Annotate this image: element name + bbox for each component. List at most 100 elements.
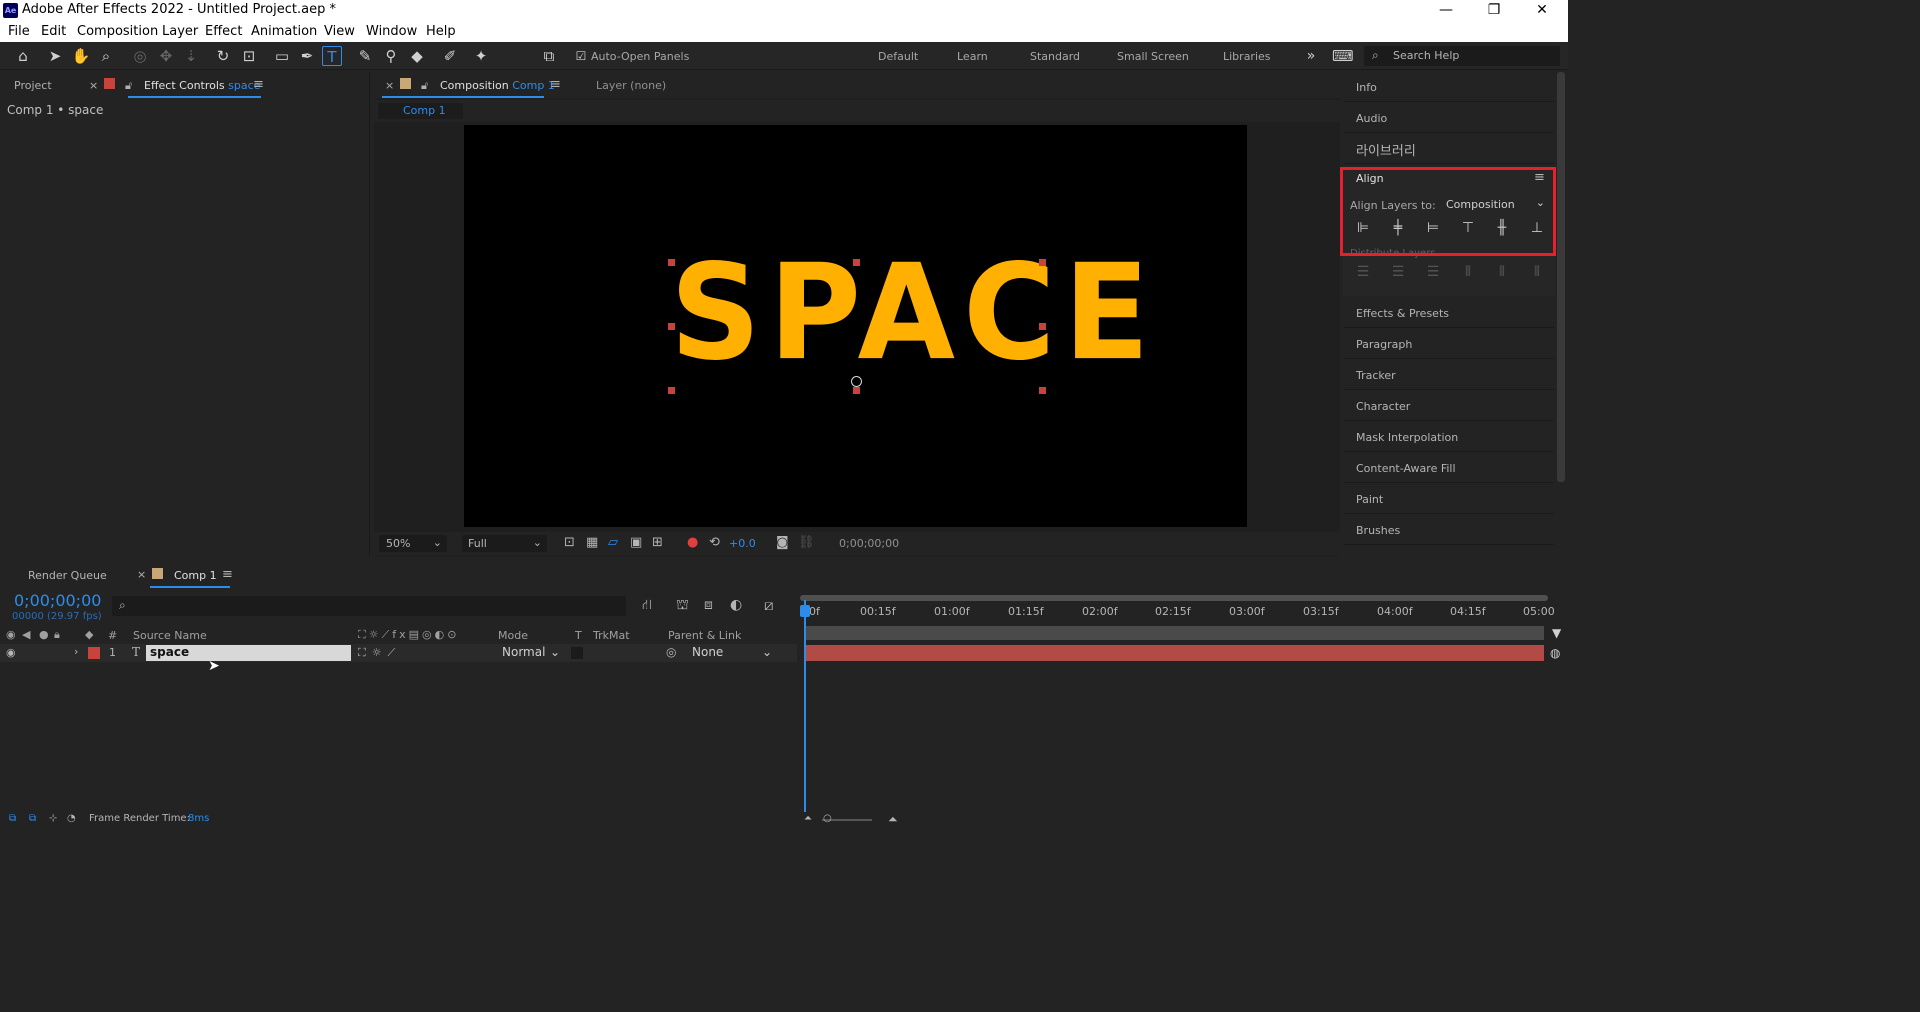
type-tool-icon[interactable]: T xyxy=(322,46,342,66)
layer-label-swatch[interactable] xyxy=(88,647,100,659)
solo-icon[interactable]: ● xyxy=(39,628,49,641)
selection-tool-icon[interactable]: ➤ xyxy=(45,46,65,66)
panel-menu-icon[interactable]: ≡ xyxy=(222,567,233,582)
bounding-box-handle[interactable] xyxy=(1039,259,1046,266)
time-ruler[interactable]: 00f 00:15f 01:00f 01:15f 02:00f 02:15f 0… xyxy=(800,592,1555,642)
panel-menu-icon[interactable]: ≡ xyxy=(550,77,561,92)
close-icon[interactable]: × xyxy=(137,568,146,581)
pen-tool-icon[interactable]: ✒ xyxy=(297,46,317,66)
restore-button[interactable]: ❐ xyxy=(1470,0,1518,21)
parent-dropdown[interactable]: None ⌄ xyxy=(686,645,776,661)
brush-tool-icon[interactable]: ✎ xyxy=(355,46,375,66)
snapping-icon[interactable]: ⧉ xyxy=(539,46,559,66)
menu-composition[interactable]: Composition xyxy=(77,24,158,39)
menu-help[interactable]: Help xyxy=(426,24,456,39)
comp-end-marker-icon[interactable]: ▼ xyxy=(1552,626,1561,640)
lock-icon[interactable]: 🔒︎ xyxy=(54,628,60,642)
distribute-left-icon[interactable]: ⦀ xyxy=(1459,264,1477,280)
composition-viewer[interactable]: SPACE xyxy=(464,125,1247,527)
panel-tracker[interactable]: Tracker xyxy=(1344,360,1554,390)
more-workspaces-icon[interactable]: » xyxy=(1301,46,1321,66)
panel-mask-interpolation[interactable]: Mask Interpolation xyxy=(1344,422,1554,452)
current-time-display[interactable]: 0;00;00;00 xyxy=(14,591,101,610)
draft-3d-icon[interactable]: ⛫ xyxy=(676,597,689,615)
menu-effect[interactable]: Effect xyxy=(205,24,242,39)
layer-switches[interactable]: ⛶☼⟋ xyxy=(358,646,401,660)
pick-whip-icon[interactable]: ◎ xyxy=(666,645,676,659)
bounding-box-handle[interactable] xyxy=(1039,387,1046,394)
puppet-pin-tool-icon[interactable]: ✦ xyxy=(471,46,491,66)
resolution-dropdown[interactable]: Full ⌄ xyxy=(462,535,547,552)
layer-switches-toggle-icon[interactable]: ⧉ xyxy=(9,813,16,824)
close-button[interactable]: ✕ xyxy=(1518,0,1566,21)
rectangle-tool-icon[interactable]: ▭ xyxy=(272,46,292,66)
region-of-interest-icon[interactable]: ▣ xyxy=(630,535,642,550)
workspace-learn[interactable]: Learn xyxy=(957,50,988,63)
panel-audio[interactable]: Audio xyxy=(1344,103,1554,133)
grid-guides-icon[interactable]: ⊞ xyxy=(652,535,663,550)
blend-mode-dropdown[interactable]: Normal ⌄ xyxy=(496,645,564,661)
fast-previews-icon[interactable]: ⊡ xyxy=(564,535,575,550)
right-panel-scrollbar[interactable] xyxy=(1557,72,1565,482)
anchor-point-icon[interactable] xyxy=(851,376,862,387)
pan-camera-icon[interactable]: ✥ xyxy=(156,46,176,66)
zoom-in-icon[interactable]: ⏶ xyxy=(888,812,898,827)
distribute-bottom-icon[interactable]: ☰ xyxy=(1424,264,1442,280)
motion-blur-icon[interactable]: ◐ xyxy=(730,597,742,613)
tab-render-queue[interactable]: Render Queue xyxy=(28,569,107,582)
transparency-grid-icon[interactable]: ▦ xyxy=(586,535,598,550)
zoom-slider-handle[interactable]: ○ xyxy=(823,813,832,824)
mask-visibility-icon[interactable]: ▱ xyxy=(608,535,618,550)
bounding-box-handle[interactable] xyxy=(1039,323,1046,330)
bounding-box-handle[interactable] xyxy=(668,387,675,394)
close-icon[interactable]: × xyxy=(89,79,98,92)
playhead-handle[interactable] xyxy=(800,605,810,617)
zoom-dropdown[interactable]: 50% ⌄ xyxy=(379,535,447,552)
home-icon[interactable]: ⌂ xyxy=(13,46,33,66)
composition-mini-flowchart-icon[interactable]: ⛙ xyxy=(642,597,652,615)
close-icon[interactable]: × xyxy=(385,79,394,92)
zoom-out-icon[interactable]: ⏶ xyxy=(804,813,812,824)
show-snapshot-icon[interactable]: ⛓ xyxy=(798,535,815,550)
auto-open-panels-checkbox[interactable]: ☑ xyxy=(571,46,591,66)
distribute-horizontal-center-icon[interactable]: ⦀ xyxy=(1493,264,1511,280)
layer-duration-bar[interactable] xyxy=(804,645,1544,661)
roto-brush-tool-icon[interactable]: ✐ xyxy=(440,46,460,66)
bounding-box-handle[interactable] xyxy=(853,387,860,394)
menu-file[interactable]: File xyxy=(8,24,30,39)
workspace-libraries[interactable]: Libraries xyxy=(1223,50,1271,63)
dolly-camera-icon[interactable]: ⇣ xyxy=(181,46,201,66)
source-name-header[interactable]: Source Name xyxy=(133,629,207,642)
workspace-small-screen[interactable]: Small Screen xyxy=(1117,50,1189,63)
panel-brushes[interactable]: Brushes xyxy=(1344,515,1554,545)
canvas-text-layer[interactable]: SPACE xyxy=(670,246,1158,379)
keyboard-shortcuts-icon[interactable]: ⌨ xyxy=(1332,46,1354,66)
panel-paint[interactable]: Paint xyxy=(1344,484,1554,514)
bounding-box-handle[interactable] xyxy=(668,259,675,266)
panel-effects-presets[interactable]: Effects & Presets xyxy=(1344,298,1554,328)
eraser-tool-icon[interactable]: ◆ xyxy=(407,46,427,66)
audio-icon[interactable]: ◀ xyxy=(22,628,30,641)
pan-behind-tool-icon[interactable]: ⊡ xyxy=(239,46,259,66)
menu-animation[interactable]: Animation xyxy=(251,24,317,39)
in-out-toggle-icon[interactable]: ⊹ xyxy=(49,813,57,824)
panel-character[interactable]: Character xyxy=(1344,391,1554,421)
work-area-bar[interactable] xyxy=(800,595,1548,601)
graph-editor-icon[interactable]: ⧄ xyxy=(764,596,774,614)
panel-content-aware-fill[interactable]: Content-Aware Fill xyxy=(1344,453,1554,483)
bounding-box-handle[interactable] xyxy=(668,323,675,330)
current-time-indicator[interactable] xyxy=(804,600,806,812)
eye-icon[interactable]: ◉ xyxy=(6,628,16,641)
snapshot-icon[interactable]: ◙ xyxy=(776,535,789,550)
workspace-default[interactable]: Default xyxy=(878,50,918,63)
frame-blending-icon[interactable]: ⧈ xyxy=(704,597,713,613)
search-help-field[interactable]: ⌕ Search Help xyxy=(1364,46,1560,66)
comp-breadcrumb-tab[interactable]: Comp 1 xyxy=(378,103,463,119)
lock-icon[interactable]: 🔓︎ xyxy=(421,79,428,93)
tab-layer[interactable]: Layer (none) xyxy=(596,79,666,92)
layer-row[interactable]: ◉ › 1 T space ⛶☼⟋ Normal ⌄ ◎ None ⌄ xyxy=(0,644,797,662)
distribute-top-icon[interactable]: ☰ xyxy=(1354,264,1372,280)
clone-stamp-tool-icon[interactable]: ⚲ xyxy=(381,46,401,66)
tab-project[interactable]: Project xyxy=(14,79,52,92)
render-time-toggle-icon[interactable]: ◔ xyxy=(67,813,76,824)
